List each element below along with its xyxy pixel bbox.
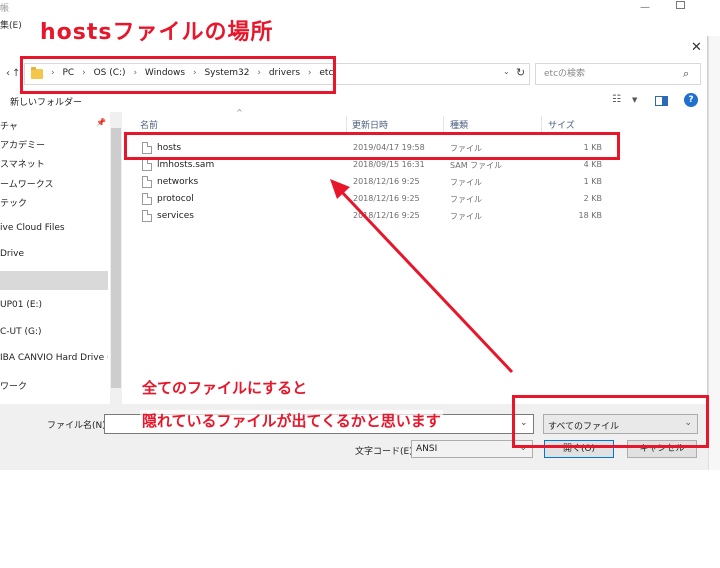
nav-item-onedrive[interactable]: Drive (0, 249, 24, 259)
annotation-box-hosts-row (124, 132, 620, 160)
nav-item-canvio-drive[interactable]: IBA CANVIO Hard Drive ( (0, 353, 108, 363)
annotation-title: hostsファイルの場所 (38, 14, 276, 46)
encoding-selected-value: ANSI (416, 444, 438, 454)
view-dropdown-icon[interactable]: ▼ (632, 96, 637, 104)
filename-label: ファイル名(N): (47, 421, 109, 431)
nav-item-quick-1[interactable]: チャ (0, 119, 18, 132)
file-icon (142, 210, 152, 222)
background-menu-edit[interactable]: 集(E) (0, 18, 22, 31)
background-window-edge (708, 36, 720, 470)
minimize-icon[interactable]: — (640, 2, 650, 13)
nav-item-onedrive-cloud[interactable]: ive Cloud Files (0, 223, 65, 233)
refresh-icon[interactable]: ↻ (516, 66, 525, 79)
file-date: 2018/09/15 16:31 (353, 160, 425, 169)
nav-item-quick-3[interactable]: スマネット (0, 157, 45, 170)
annotation-box-filetype (512, 395, 709, 448)
annotation-note-line-2: 隠れているファイルが出てくるかと思います (140, 410, 443, 431)
file-name: lmhosts.sam (157, 160, 215, 170)
pin-icon[interactable]: 📌 (96, 118, 106, 127)
file-icon (142, 193, 152, 205)
background-window-title: 帳 (0, 4, 10, 14)
table-row[interactable]: networks 2018/12/16 9:25 ファイル 1 KB (124, 174, 608, 191)
maximize-icon[interactable] (676, 1, 685, 9)
file-type: SAM ファイル (450, 161, 503, 170)
search-input[interactable] (536, 64, 676, 84)
file-size: 18 KB (578, 211, 602, 220)
nav-item-quick-2[interactable]: アカデミー (0, 138, 45, 151)
file-type: ファイル (450, 195, 482, 204)
nav-pane-scrollbar[interactable] (110, 112, 122, 408)
nav-item-quick-5[interactable]: テック (0, 196, 27, 209)
file-size: 2 KB (583, 194, 602, 203)
nav-item-selected[interactable] (0, 271, 108, 290)
table-row[interactable]: services 2018/12/16 9:25 ファイル 18 KB (124, 208, 608, 225)
file-size: 1 KB (583, 177, 602, 186)
back-arrow-icon[interactable]: ‹ (6, 68, 10, 79)
chevron-down-icon[interactable]: ⌄ (503, 67, 510, 76)
nav-item-drive-g[interactable]: C-UT (G:) (0, 327, 42, 337)
encoding-label: 文字コード(E): (355, 447, 416, 457)
nav-item-network[interactable]: ワーク (0, 379, 27, 392)
file-type: ファイル (450, 212, 482, 221)
file-name: networks (157, 177, 199, 187)
search-box[interactable]: ⌕ (535, 63, 701, 85)
file-icon (142, 176, 152, 188)
nav-item-quick-4[interactable]: ームワークス (0, 177, 53, 190)
new-folder-button[interactable]: 新しいフォルダー (10, 95, 82, 108)
file-icon (142, 159, 152, 171)
file-date: 2018/12/16 9:25 (353, 211, 420, 220)
close-icon[interactable]: ✕ (691, 40, 702, 55)
navigation-pane: チャ アカデミー スマネット ームワークス テック ive Cloud File… (0, 114, 108, 404)
help-icon[interactable]: ? (684, 93, 698, 107)
annotation-box-address-bar (20, 56, 336, 94)
file-size: 4 KB (583, 160, 602, 169)
annotation-note-line-1: 全てのファイルにすると (140, 377, 310, 398)
view-options-icon[interactable]: ☷ (612, 94, 621, 105)
nav-pane-scrollbar-thumb[interactable] (111, 128, 121, 388)
search-icon[interactable]: ⌕ (683, 67, 689, 81)
sort-ascending-icon: ^ (236, 108, 243, 117)
preview-pane-icon[interactable] (655, 96, 668, 106)
file-name: protocol (157, 194, 194, 204)
file-date: 2018/12/16 9:25 (353, 177, 420, 186)
nav-item-drive-e[interactable]: UP01 (E:) (0, 300, 42, 310)
file-date: 2018/12/16 9:25 (353, 194, 420, 203)
file-type: ファイル (450, 178, 482, 187)
file-name: services (157, 211, 194, 221)
table-row[interactable]: protocol 2018/12/16 9:25 ファイル 2 KB (124, 191, 608, 208)
